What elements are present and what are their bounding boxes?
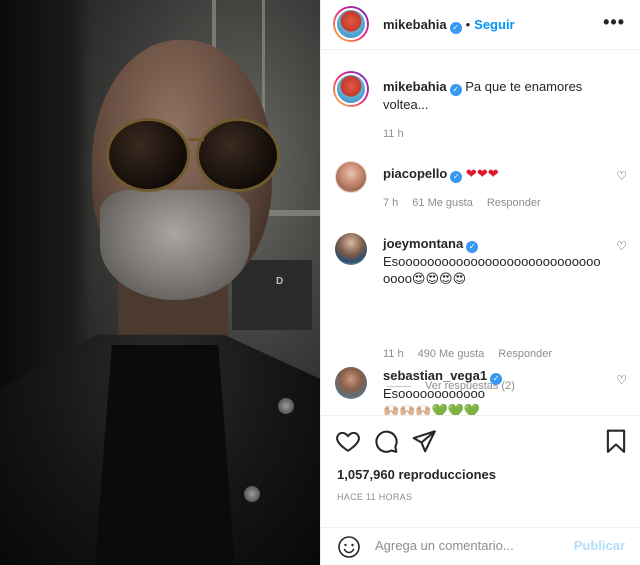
post-media[interactable]: D [0,0,320,565]
comment-time: 11 h [383,348,404,360]
bookmark-icon[interactable] [603,428,629,454]
media-shirt [95,345,235,565]
comment-icon[interactable] [373,428,399,454]
comment-text-row: joeymontana ✓ Esooooooooooooooooooooooooo… [383,235,605,287]
media-glasses-right [196,118,280,192]
caption-meta: 11 h [383,128,418,140]
comment-emojis: 🙌🏼🙌🏼🙌🏼 [383,403,432,415]
media-poster [232,260,312,330]
comment-input[interactable]: Agrega un comentario... [375,538,514,553]
comment-likes[interactable]: 490 Me gusta [418,348,485,360]
verified-badge-icon: ✓ [450,171,463,183]
reply-button[interactable]: Responder [498,348,552,360]
comment-username[interactable]: joeymontana [383,236,463,251]
comment-like-icon[interactable]: ♡ [616,373,627,387]
views-count[interactable]: 1,057,960 reproducciones [337,467,496,482]
comment-hearts: 💚💚💚 [431,403,481,415]
media-glasses-bridge [188,138,204,141]
share-icon[interactable] [411,428,437,454]
media-beard [100,190,250,300]
heart-icon[interactable] [335,428,361,454]
caption-text-row: mikebahia ✓ Pa que te enamores voltea... [383,78,605,113]
header-row: mikebahia ✓ • Seguir [383,17,515,34]
comment-text: ❤❤❤ [465,166,499,181]
comment-emojis: 😍😍😍😍 [411,271,467,286]
comment-time: 7 h [383,197,399,209]
comment-text-row: sebastian_vega1 ✓ Esoooooooooooo 🙌🏼🙌🏼🙌🏼💚💚… [383,367,605,415]
comment-meta: 7 h 61 Me gusta Responder [383,197,555,209]
comment-meta: 11 h 490 Me gusta Responder [383,348,566,360]
action-bar: 1,057,960 reproducciones HACE 11 HORAS [321,415,640,527]
comment-likes[interactable]: 61 Me gusta [412,197,473,209]
more-options-icon[interactable]: ••• [603,13,625,31]
comment-username[interactable]: sebastian_vega1 [383,368,487,383]
commenter-avatar[interactable] [335,367,367,399]
media-poster-mark: D [276,276,284,287]
commenter-avatar[interactable] [335,161,367,193]
comments-list[interactable]: mikebahia ✓ Pa que te enamores voltea... … [321,51,640,415]
post-timestamp[interactable]: HACE 11 HORAS [337,492,412,502]
comment-text-row: piacopello ✓ ❤❤❤ [383,165,605,183]
verified-badge-icon: ✓ [449,22,462,34]
post-header: mikebahia ✓ • Seguir ••• [321,0,640,50]
comment-composer: Agrega un comentario... Publicar [321,527,640,565]
reply-button[interactable]: Responder [487,197,541,209]
comment-like-icon[interactable]: ♡ [616,239,627,253]
caption-username[interactable]: mikebahia [383,79,447,94]
caption-avatar[interactable] [333,71,369,107]
author-avatar[interactable] [333,6,369,42]
author-username[interactable]: mikebahia [383,17,447,32]
verified-badge-icon: ✓ [449,84,462,96]
verified-badge-icon: ✓ [490,373,503,385]
publish-button[interactable]: Publicar [574,538,625,553]
verified-badge-icon: ✓ [466,241,479,253]
commenter-avatar[interactable] [335,233,367,265]
media-jacket-stud [278,398,294,414]
caption-time: 11 h [383,128,404,140]
comment-text: Esoooooooooooo [383,386,485,401]
media-jacket-stud [244,486,260,502]
separator-dot: • [465,17,471,32]
smiley-icon[interactable] [337,535,361,559]
post-panel: mikebahia ✓ • Seguir ••• mikebahia ✓ Pa que … [320,0,640,565]
comment-username[interactable]: piacopello [383,166,447,181]
media-glasses-left [106,118,190,192]
comment-like-icon[interactable]: ♡ [616,169,627,183]
follow-button[interactable]: Seguir [474,17,514,32]
